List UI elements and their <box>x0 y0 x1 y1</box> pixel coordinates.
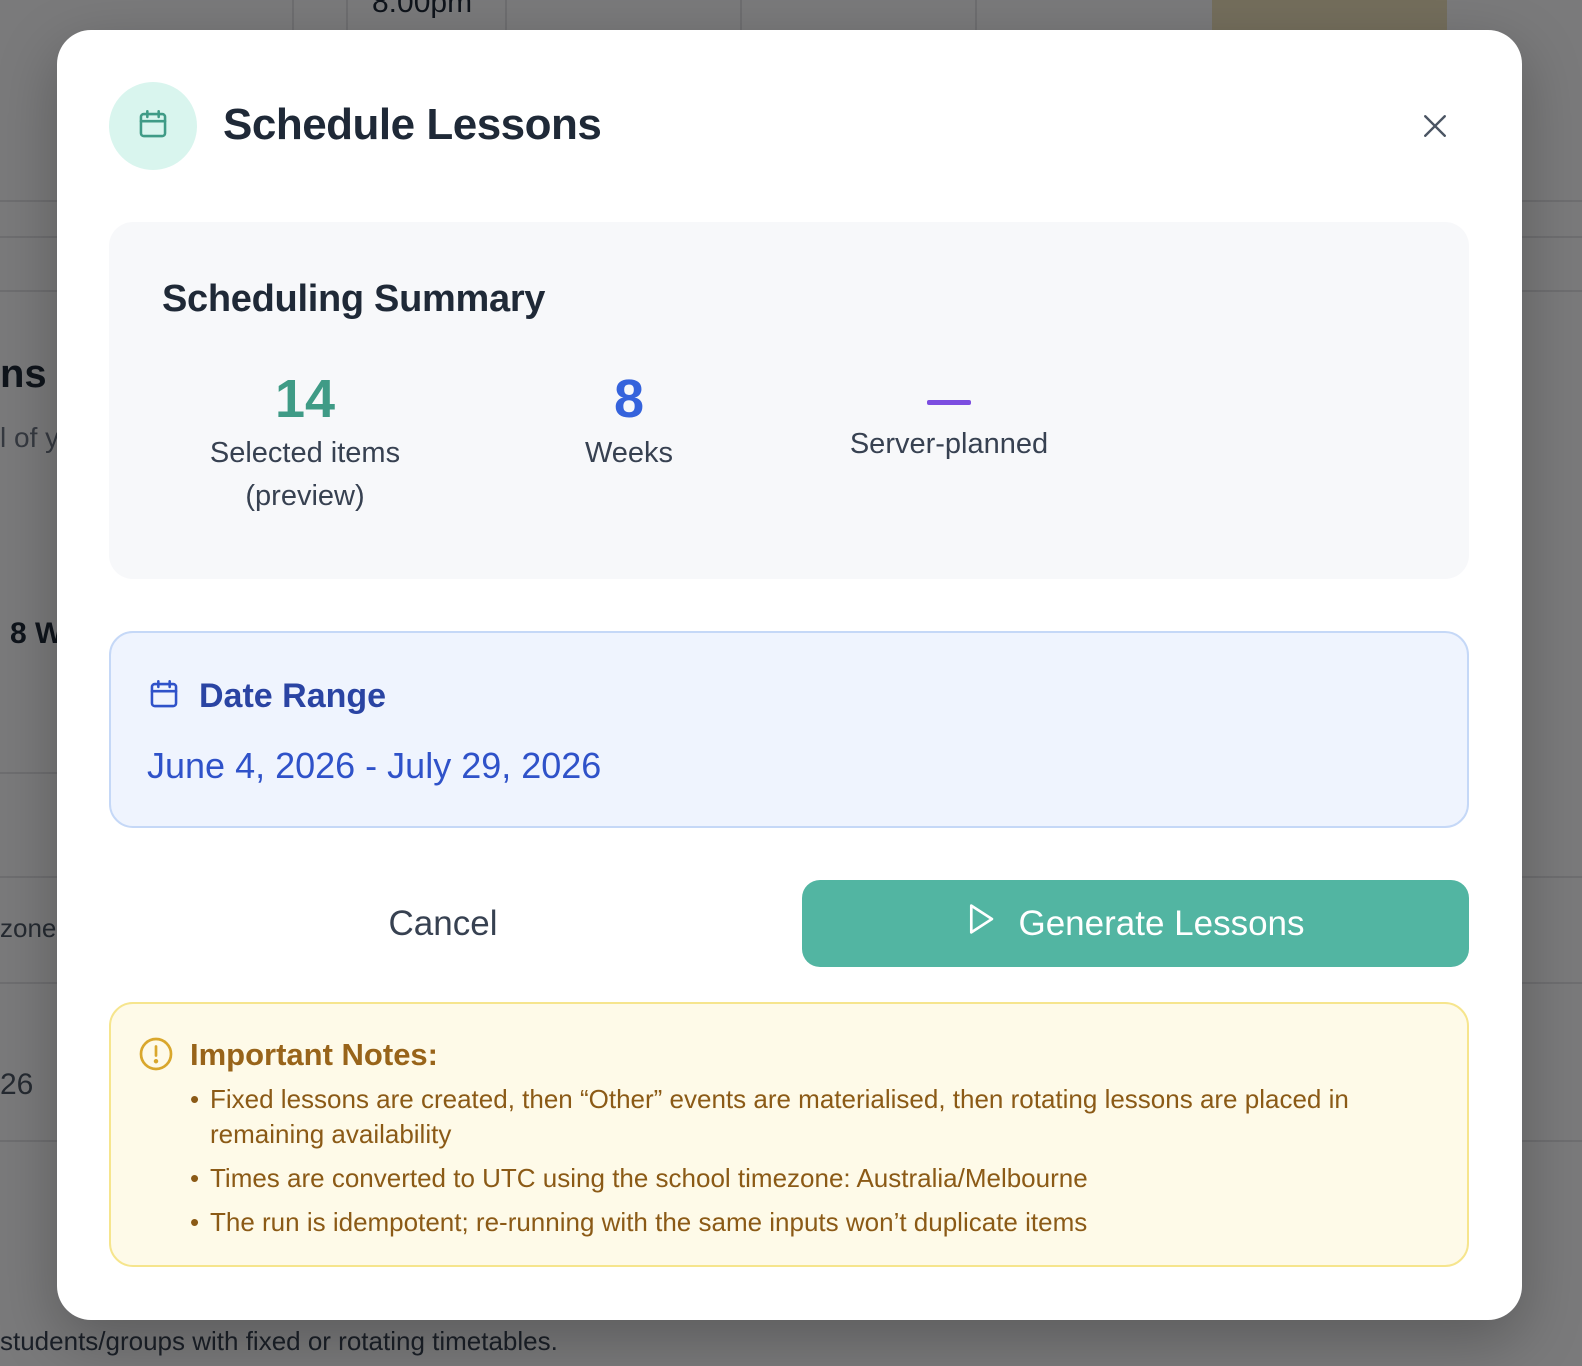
stat-label-line: (preview) <box>245 480 365 512</box>
stat-label: Weeks <box>584 437 674 469</box>
cancel-button[interactable]: Cancel <box>109 880 777 967</box>
scheduling-summary-card: Scheduling Summary 14 Selected items (pr… <box>109 222 1469 579</box>
stat-label-line: Selected items <box>209 437 401 469</box>
calendar-icon <box>136 107 170 146</box>
stat-weeks: 8 Weeks <box>529 372 729 475</box>
close-button[interactable] <box>1415 108 1455 148</box>
notes-title: Important Notes: <box>190 1037 438 1072</box>
notes-list: Fixed lessons are created, then “Other” … <box>190 1082 1450 1249</box>
note-item: The run is idempotent; re-running with t… <box>190 1205 1450 1240</box>
note-item: Fixed lessons are created, then “Other” … <box>190 1082 1450 1152</box>
generate-lessons-label: Generate Lessons <box>1018 903 1305 943</box>
date-range-value: June 4, 2026 - July 29, 2026 <box>147 745 602 786</box>
schedule-lessons-dialog: Schedule Lessons Scheduling Summary 14 S… <box>57 30 1522 1320</box>
summary-title: Scheduling Summary <box>162 278 546 320</box>
alert-circle-icon <box>138 1036 174 1077</box>
stat-value: 8 <box>613 369 645 429</box>
important-notes-panel: Important Notes: Fixed lessons are creat… <box>109 1002 1469 1267</box>
close-icon <box>1422 113 1448 144</box>
generate-lessons-button[interactable]: Generate Lessons <box>802 880 1469 967</box>
play-icon <box>966 902 996 945</box>
stat-server-planned: Server-planned <box>799 372 1099 466</box>
date-range-card: Date Range June 4, 2026 - July 29, 2026 <box>109 631 1469 828</box>
stat-selected-items: 14 Selected items (preview) <box>179 372 431 518</box>
note-item: Times are converted to UTC using the sch… <box>190 1161 1450 1196</box>
stat-label: Server-planned <box>849 428 1049 460</box>
date-range-header: Date Range <box>147 677 386 716</box>
dialog-title: Schedule Lessons <box>223 100 602 149</box>
empty-value-dash <box>927 400 971 405</box>
calendar-icon <box>147 677 181 716</box>
date-range-title: Date Range <box>199 677 387 715</box>
header-icon-badge <box>109 82 197 170</box>
stat-label: Selected items (preview) <box>179 432 431 518</box>
stat-value: 14 <box>274 369 336 429</box>
